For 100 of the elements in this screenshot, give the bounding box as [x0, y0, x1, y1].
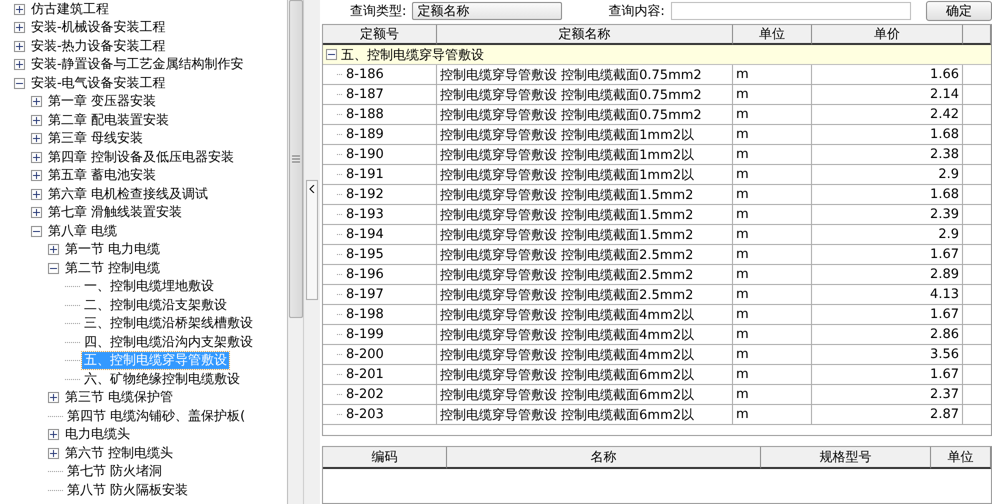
table-cell: m: [733, 65, 812, 85]
table-cell: 1.67: [812, 245, 963, 265]
table-cell: 4.13: [812, 285, 963, 305]
table-cell: m: [733, 265, 812, 285]
tree-item[interactable]: 三、控制电缆沿桥架线槽敷设: [82, 315, 255, 332]
plus-icon: [49, 448, 58, 458]
table-cell: m: [733, 405, 812, 425]
expand-toggle[interactable]: [31, 170, 42, 182]
table-cell: 2.9: [812, 225, 963, 245]
table-cell: 1.68: [812, 125, 963, 145]
table-cell: 1.66: [812, 65, 963, 85]
tree-item[interactable]: 第一节 电力电缆: [63, 241, 162, 258]
query-content-field[interactable]: [670, 2, 911, 20]
table-cell-text: 8-202: [345, 387, 384, 402]
expand-toggle[interactable]: [31, 207, 42, 218]
query-type-dropdown[interactable]: 定额名称: [412, 2, 562, 20]
tree-item[interactable]: 六、矿物绝缘控制电缆敷设: [82, 370, 242, 388]
tree-item[interactable]: 电力电缆头: [63, 426, 132, 444]
table-cell: 1.67: [812, 365, 963, 385]
collapse-toggle[interactable]: [31, 226, 42, 237]
tree-item[interactable]: 第四章 控制设备及低压电器安装: [46, 148, 236, 166]
tree-item[interactable]: 第五章 蓄电池安装: [46, 167, 158, 184]
table-cell: m: [733, 385, 812, 405]
expand-toggle[interactable]: [31, 152, 42, 163]
table-cell: 控制电缆穿导管敷设 控制电缆截面6mm2以: [437, 365, 733, 385]
table-cell-text: 8-196: [345, 267, 384, 282]
expand-toggle[interactable]: [31, 96, 42, 108]
table-cell: 控制电缆穿导管敷设 控制电缆截面2.5mm2: [437, 265, 733, 285]
expand-toggle[interactable]: [31, 133, 42, 144]
expand-toggle[interactable]: [14, 22, 25, 34]
scrollbar-thumb[interactable]: [288, 0, 302, 318]
expand-toggle[interactable]: [14, 4, 25, 15]
tree-item[interactable]: 第三节 电缆保护管: [63, 389, 176, 406]
column-header[interactable]: 编码: [323, 447, 447, 469]
tree-item[interactable]: 第二章 配电装置安装: [46, 112, 172, 129]
collapse-toggle[interactable]: [326, 49, 337, 60]
tree-item[interactable]: 第七节 防火堵洞: [65, 463, 164, 480]
tree-item[interactable]: 第六章 电机检查接线及调试: [46, 186, 210, 203]
confirm-button[interactable]: 确定: [926, 1, 992, 21]
plus-icon: [32, 171, 41, 180]
expand-toggle[interactable]: [48, 448, 59, 459]
tree-item[interactable]: 第三章 母线安装: [46, 130, 146, 148]
table-cell: 控制电缆穿导管敷设 控制电缆截面0.75mm2: [437, 85, 733, 105]
tree-item[interactable]: 安装-电气设备安装工程: [29, 74, 168, 92]
plus-icon: [32, 97, 41, 106]
table-cell-text: 8-201: [345, 367, 384, 382]
column-header[interactable]: 单位: [931, 447, 991, 469]
table-cell-text: 8-203: [345, 407, 384, 422]
table-cell-text: 8-192: [345, 187, 384, 202]
tree-item[interactable]: 第八章 电缆: [46, 222, 120, 240]
expand-toggle[interactable]: [31, 188, 42, 200]
table-cell: 控制电缆穿导管敷设 控制电缆截面2.5mm2: [437, 245, 733, 265]
tree-item[interactable]: 仿古建筑工程: [29, 0, 111, 18]
column-header[interactable]: 定额名称: [437, 25, 733, 45]
table-cell: 控制电缆穿导管敷设 控制电缆截面1mm2以: [437, 165, 733, 185]
table-cell: 1.68: [812, 185, 963, 205]
table-cell: m: [733, 285, 812, 305]
query-type-label: 查询类型:: [350, 3, 406, 20]
table-cell: 1.67: [812, 305, 963, 325]
table-cell: 控制电缆穿导管敷设 控制电缆截面1.5mm2: [437, 225, 733, 245]
expand-toggle[interactable]: [31, 114, 42, 126]
tree-item[interactable]: 第一章 变压器安装: [46, 93, 158, 110]
table-cell: 3.56: [812, 345, 963, 365]
table-cell: m: [733, 125, 812, 145]
collapse-toggle[interactable]: [14, 78, 25, 89]
expand-toggle[interactable]: [14, 40, 25, 52]
table-cell-text: 8-198: [345, 307, 384, 322]
column-header[interactable]: 单位: [733, 25, 812, 45]
grip-icon: [292, 155, 300, 163]
table-cell: 2.86: [812, 325, 963, 345]
tree-item[interactable]: 第八节 防火隔板安装: [65, 482, 190, 499]
table-cell-text: 8-195: [345, 247, 384, 262]
tree-item[interactable]: 第二节 控制电缆: [63, 260, 162, 277]
expand-toggle[interactable]: [14, 59, 25, 70]
table-cell: m: [733, 105, 812, 125]
column-header[interactable]: 单价: [812, 25, 963, 45]
table-cell-text: 8-191: [345, 167, 384, 182]
tree-item[interactable]: 一、控制电缆埋地敷设: [82, 278, 216, 296]
column-header[interactable]: 定额号: [323, 25, 437, 45]
collapse-toggle[interactable]: [48, 262, 59, 274]
tree-item[interactable]: 安装-静置设备与工艺金属结构制作安: [29, 56, 246, 74]
tree-item[interactable]: 第四节 电缆沟铺砂、盖保护板(: [65, 408, 248, 425]
tree-item[interactable]: 安装-机械设备安装工程: [29, 19, 168, 36]
tree-item[interactable]: 四、控制电缆沿沟内支架敷设: [82, 334, 255, 351]
table-cell-text: 8-199: [345, 327, 384, 342]
table-cell: 控制电缆穿导管敷设 控制电缆截面4mm2以: [437, 325, 733, 345]
table-cell: m: [733, 325, 812, 345]
tree-item[interactable]: 二、控制电缆沿支架敷设: [82, 296, 229, 314]
column-header[interactable]: 规格型号: [761, 447, 931, 469]
table-cell: 控制电缆穿导管敷设 控制电缆截面0.75mm2: [437, 105, 733, 125]
table-cell: 2.9: [812, 165, 963, 185]
expand-toggle[interactable]: [48, 429, 59, 440]
expand-toggle[interactable]: [48, 244, 59, 256]
tree-item[interactable]: 第七章 滑触线装置安装: [46, 204, 184, 222]
expand-toggle[interactable]: [48, 392, 59, 404]
plus-icon: [15, 60, 24, 70]
tree-item[interactable]: 第六节 控制电缆头: [63, 444, 176, 462]
plus-icon: [32, 134, 41, 144]
tree-item[interactable]: 安装-热力设备安装工程: [29, 38, 168, 55]
column-header[interactable]: 名称: [447, 447, 761, 469]
